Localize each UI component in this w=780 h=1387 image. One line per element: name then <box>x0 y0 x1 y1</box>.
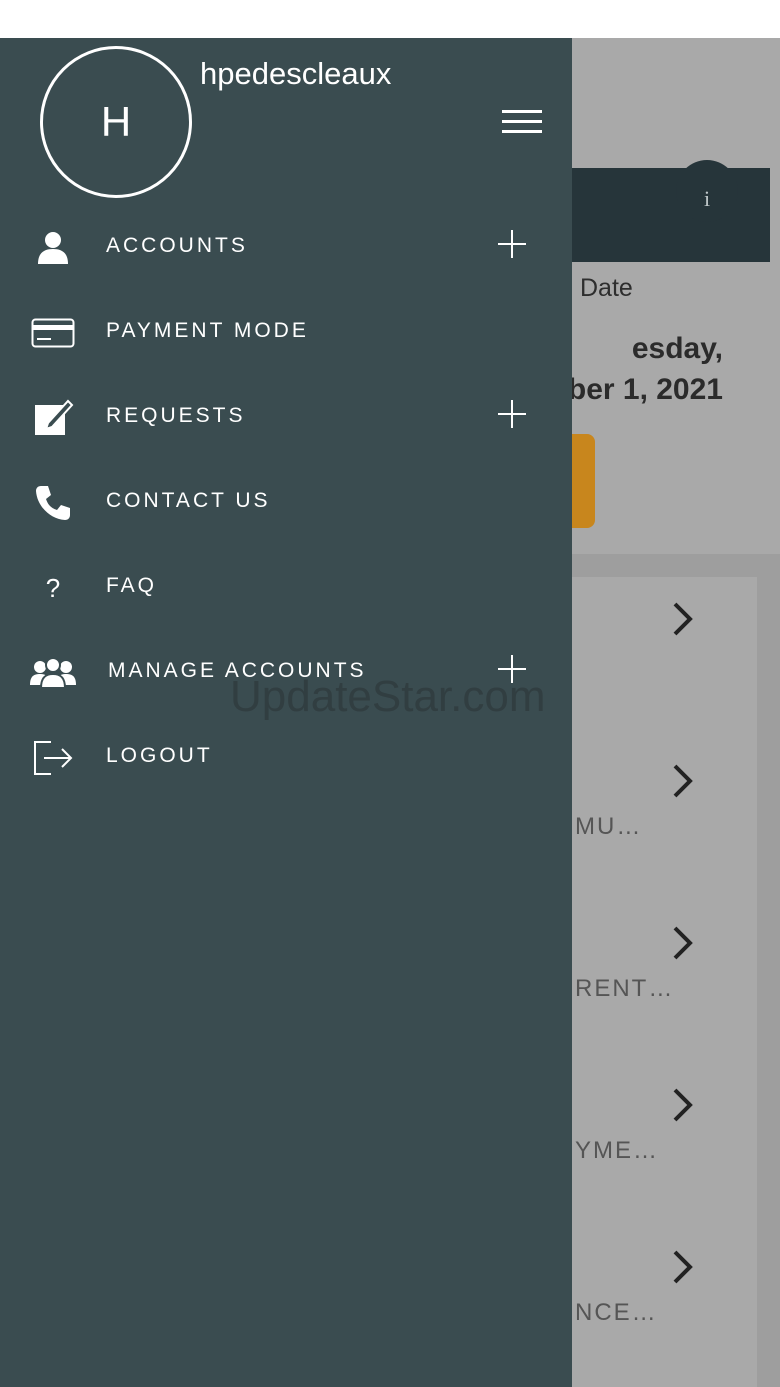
chevron-right-icon <box>670 761 696 810</box>
list-item[interactable]: RENT… <box>560 901 757 1063</box>
expand-plus-icon[interactable] <box>496 228 528 260</box>
menu-item-faq[interactable]: ? FAQ <box>0 546 572 630</box>
list-item[interactable]: MU… <box>560 739 757 901</box>
info-icon[interactable]: i <box>676 160 738 222</box>
menu-item-payment-mode[interactable]: PAYMENT MODE <box>0 291 572 375</box>
date-label: Date <box>580 274 633 302</box>
phone-icon <box>26 479 80 527</box>
credit-card-icon <box>26 309 80 357</box>
question-icon: ? <box>45 572 61 603</box>
menu-item-label: ACCOUNTS <box>106 234 248 257</box>
list-item[interactable] <box>560 577 757 739</box>
username: hpedescleaux <box>200 56 392 91</box>
status-bar <box>0 0 780 38</box>
hamburger-menu-icon[interactable] <box>496 104 548 140</box>
list-item-label: MU… <box>575 813 643 840</box>
options-list: MU… RENT… YME… NCE… <box>560 577 757 1387</box>
chevron-right-icon <box>670 599 696 648</box>
menu-item-label: CONTACT US <box>106 489 271 512</box>
users-icon <box>26 649 80 697</box>
menu-item-contact-us[interactable]: CONTACT US <box>0 461 572 545</box>
list-item-label: NCE… <box>575 1299 658 1326</box>
header-banner <box>572 168 770 262</box>
list-item[interactable]: NCE… <box>560 1225 757 1387</box>
avatar[interactable]: H <box>40 46 192 198</box>
menu-item-label: LOGOUT <box>106 744 213 767</box>
expand-plus-icon[interactable] <box>496 398 528 430</box>
list-item-label: RENT… <box>575 975 675 1002</box>
menu-item-accounts[interactable]: ACCOUNTS <box>0 206 572 290</box>
menu-item-label: REQUESTS <box>106 404 246 427</box>
user-icon <box>26 224 80 272</box>
menu-item-logout[interactable]: LOGOUT <box>0 716 572 800</box>
list-item[interactable]: YME… <box>560 1063 757 1225</box>
logout-icon <box>26 734 80 782</box>
menu-item-label: FAQ <box>106 574 158 597</box>
watermark: UpdateStar.com <box>230 672 546 721</box>
chevron-right-icon <box>670 1247 696 1296</box>
menu-item-label: PAYMENT MODE <box>106 319 309 342</box>
chevron-right-icon <box>670 1085 696 1134</box>
edit-icon <box>26 394 80 442</box>
chevron-right-icon <box>670 923 696 972</box>
list-item-label: YME… <box>575 1137 660 1164</box>
menu-item-requests[interactable]: REQUESTS <box>0 376 572 460</box>
